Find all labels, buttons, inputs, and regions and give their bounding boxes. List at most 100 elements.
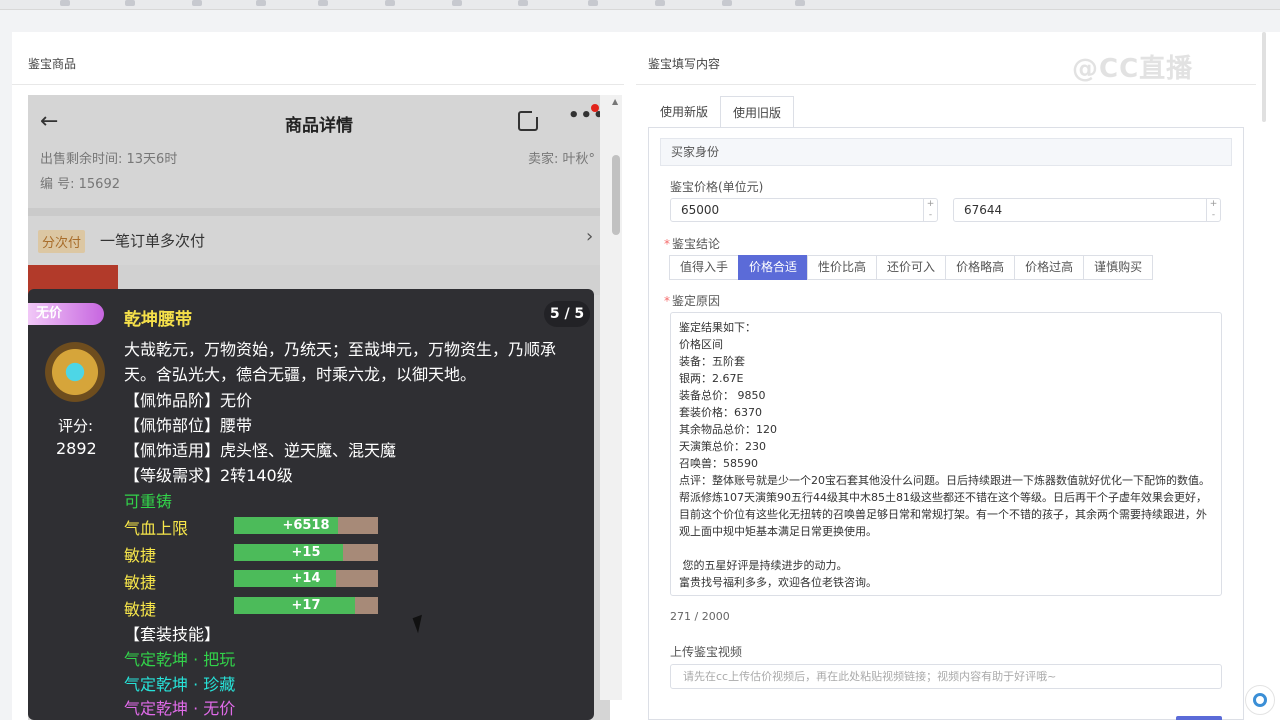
- conclusion-option[interactable]: 值得入手: [669, 255, 740, 280]
- stepper-icon[interactable]: + -: [1206, 199, 1220, 221]
- left-section-title: 鉴宝商品: [28, 57, 77, 71]
- price-max-input[interactable]: 67644 + -: [953, 198, 1221, 222]
- conclusion-option[interactable]: 价格略高: [945, 255, 1016, 280]
- stat-value: +17: [291, 598, 321, 613]
- reason-line: 召唤兽：58590: [679, 457, 758, 470]
- item-applicable: 【佩饰适用】虎头怪、逆天魔、混天魔: [124, 441, 397, 460]
- floating-help-button[interactable]: [1245, 685, 1275, 715]
- item-level: 【等级需求】2转140级: [124, 466, 293, 485]
- phone-scrollbar[interactable]: ▲: [600, 95, 622, 700]
- divider: [12, 84, 624, 85]
- conclusion-option-selected[interactable]: 价格合适: [738, 255, 809, 280]
- stepper-icon[interactable]: + -: [923, 199, 937, 221]
- stat-bar: +6518: [234, 517, 378, 534]
- bookmark-icon[interactable]: [588, 0, 598, 6]
- scroll-up-icon[interactable]: ▲: [612, 97, 618, 106]
- conclusion-option[interactable]: 还价可入: [876, 255, 947, 280]
- recast-text: 可重铸: [124, 492, 173, 511]
- item-slot: 【佩饰部位】腰带: [124, 416, 253, 435]
- item-description: 大哉乾元，万物资始，乃统天；至哉坤元，万物资生，乃顺承天。含弘光大，德合无疆，时…: [124, 340, 557, 384]
- price-max-value: 67644: [964, 203, 1003, 217]
- reason-line: 价格区间: [679, 338, 723, 351]
- bookmark-icon[interactable]: [125, 0, 135, 6]
- stat-label: 气血上限: [124, 519, 189, 538]
- bookmark-icon[interactable]: [256, 0, 266, 6]
- bookmark-icon[interactable]: [722, 0, 732, 6]
- char-count: 271 / 2000: [670, 610, 730, 623]
- item-name: 乾坤腰带: [124, 310, 192, 330]
- bookmark-icon[interactable]: [795, 0, 805, 6]
- stat-label: 敏捷: [124, 573, 157, 592]
- reason-line: 您的五星好评是持续进步的动力。: [679, 559, 848, 572]
- installment-row[interactable]: 分次付 一笔订单多次付 ›: [28, 216, 610, 264]
- submit-button[interactable]: [1176, 716, 1222, 720]
- right-section-title: 鉴宝填写内容: [648, 57, 721, 71]
- stat-bar: +14: [234, 570, 378, 587]
- notification-dot-icon: [591, 104, 599, 112]
- video-label: 上传鉴宝视频: [670, 645, 743, 659]
- reason-line: 鉴定结果如下：: [679, 321, 756, 334]
- conclusion-button-group: 值得入手 价格合适 性价比高 还价可入 价格略高 价格过高 谨慎购买: [669, 255, 1154, 280]
- reason-line: 其余物品总价：120: [679, 423, 777, 436]
- reason-line: 天演策总价：230: [679, 440, 766, 453]
- tab-new-version[interactable]: 使用新版: [648, 96, 720, 128]
- share-icon[interactable]: [518, 109, 540, 131]
- set-skill-title: 【套装技能】: [124, 625, 221, 644]
- conclusion-option[interactable]: 谨慎购买: [1083, 255, 1154, 280]
- conclusion-option[interactable]: 性价比高: [807, 255, 878, 280]
- reason-label: * 鉴定原因: [664, 292, 720, 309]
- phone-header: ← 商品详情 •••: [28, 95, 610, 151]
- set-skill: 气定乾坤 · 珍藏: [124, 675, 236, 694]
- bookmark-icon[interactable]: [385, 0, 395, 6]
- required-marker: *: [664, 294, 670, 308]
- reason-label-text: 鉴定原因: [672, 294, 721, 308]
- reason-line: 点评：整体账号就是少一个20宝石套其他没什么问题。日后持续跟进一下炼器数值就好优…: [679, 474, 1210, 538]
- bookmark-icon[interactable]: [60, 0, 70, 6]
- reason-line: 富贵找号福利多多，欢迎各位老铁咨询。: [679, 576, 877, 589]
- stat-value: +15: [291, 545, 321, 560]
- price-label: 鉴宝价格(单位元): [670, 180, 764, 194]
- price-min-value: 65000: [681, 203, 720, 217]
- price-min-input[interactable]: 65000 + -: [670, 198, 938, 222]
- page-scrollbar[interactable]: [1262, 32, 1266, 122]
- price-badge: 无价: [28, 303, 104, 325]
- bookmark-icon[interactable]: [452, 0, 462, 6]
- page-indicator: 5 / 5: [544, 301, 590, 327]
- refresh-icon: [1253, 693, 1267, 707]
- divider: [28, 208, 610, 216]
- item-grade: 【佩饰品阶】无价: [124, 391, 253, 410]
- conclusion-label-text: 鉴宝结论: [672, 237, 721, 251]
- seller-name: 卖家: 叶秋°: [528, 152, 596, 167]
- reason-line: 装备：五阶套: [679, 355, 745, 368]
- bookmark-icon[interactable]: [518, 0, 528, 6]
- stat-bar: +17: [234, 597, 378, 614]
- installment-text: 一笔订单多次付: [100, 232, 206, 250]
- set-skill: 气定乾坤 · 把玩: [124, 650, 236, 669]
- bookmark-icon[interactable]: [192, 0, 202, 6]
- chevron-right-icon: ›: [586, 226, 594, 247]
- required-marker: *: [664, 237, 670, 251]
- tab-old-version[interactable]: 使用旧版: [720, 96, 795, 128]
- video-link-input[interactable]: 请先在cc上传估价视频后，再在此处粘贴视频链接；视频内容有助于好评哦~: [670, 664, 1222, 689]
- installment-tag: 分次付: [38, 230, 86, 253]
- scrollbar-thumb[interactable]: [612, 155, 620, 235]
- score-value: 2892: [56, 439, 97, 458]
- reason-textarea[interactable]: 鉴定结果如下： 价格区间 装备：五阶套 银两：2.67E 装备总价： 9850 …: [670, 312, 1222, 596]
- stat-label: 敏捷: [124, 546, 157, 565]
- serial-number: 编 号: 15692: [40, 177, 120, 192]
- item-tooltip: 无价 评分: 2892 乾坤腰带 5 / 5 大哉乾元，万物资始，乃统天；至哉坤…: [28, 289, 594, 720]
- reason-line: [679, 540, 1213, 557]
- conclusion-label: * 鉴宝结论: [664, 235, 720, 252]
- bookmark-icon[interactable]: [318, 0, 328, 6]
- sale-remaining-time: 出售剩余时间: 13天6时: [40, 152, 178, 167]
- set-skill: 气定乾坤 · 无价: [124, 699, 236, 718]
- conclusion-option[interactable]: 价格过高: [1014, 255, 1085, 280]
- stat-value: +6518: [282, 518, 330, 533]
- reason-line: 银两：2.67E: [679, 372, 744, 385]
- bookmark-icon[interactable]: [655, 0, 665, 6]
- watermark: @CC直播: [1072, 54, 1194, 84]
- stat-value: +14: [291, 571, 321, 586]
- browser-bookmarks-bar: [0, 0, 1280, 10]
- score-label: 评分:: [58, 417, 94, 435]
- buyer-identity-header: 买家身份: [660, 138, 1232, 166]
